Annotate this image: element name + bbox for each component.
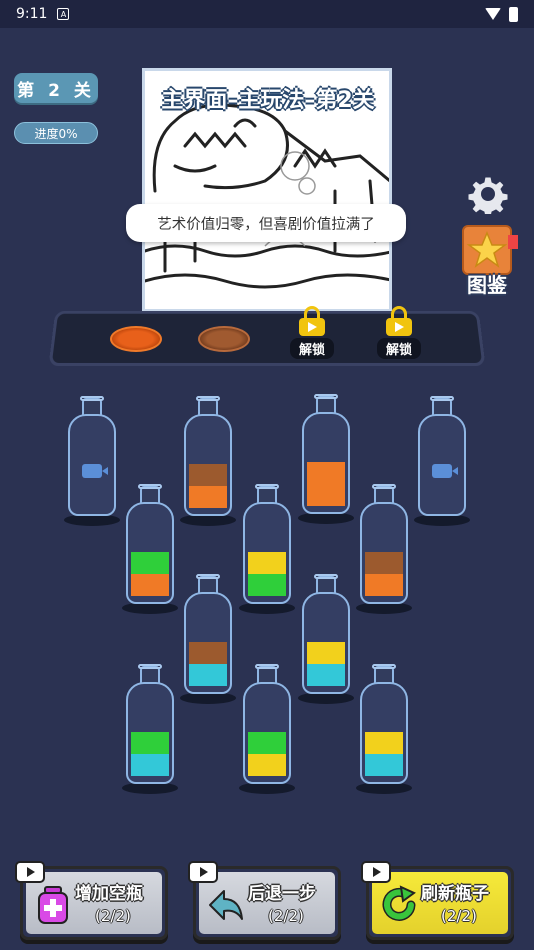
liquid-layer-brown bbox=[365, 552, 403, 574]
video-ad-icon bbox=[361, 861, 391, 883]
wifi-icon bbox=[485, 8, 501, 20]
video-ad-icon bbox=[15, 861, 45, 883]
video-camera-icon bbox=[82, 464, 108, 478]
bottle-7[interactable] bbox=[356, 484, 412, 614]
liquid bbox=[189, 464, 227, 508]
progress-indicator: 进度0% bbox=[14, 122, 98, 144]
refresh-count: (2/2) bbox=[441, 907, 477, 925]
liquid bbox=[248, 552, 286, 596]
refresh-bottles-button[interactable]: 刷新瓶子 (2/2) bbox=[361, 861, 514, 940]
bottle-9[interactable] bbox=[298, 574, 354, 704]
refresh-icon bbox=[382, 885, 416, 921]
liquid bbox=[131, 732, 169, 776]
liquid bbox=[307, 642, 345, 686]
refresh-title: 刷新瓶子 bbox=[421, 884, 489, 904]
collection-label: 图鉴 bbox=[467, 273, 507, 297]
undo-count: (2/2) bbox=[268, 907, 304, 925]
liquid-layer-green bbox=[248, 732, 286, 754]
liquid-layer-green bbox=[248, 574, 286, 596]
book-icon bbox=[462, 225, 512, 275]
undo-button[interactable]: 后退一步 (2/2) bbox=[188, 861, 341, 940]
lock-icon bbox=[299, 306, 325, 336]
liquid bbox=[365, 732, 403, 776]
add-empty-bottle-button[interactable]: 增加空瓶 (2/2) bbox=[15, 861, 168, 940]
liquid-layer-brown bbox=[189, 642, 227, 664]
level-badge: 第 2 关 bbox=[14, 73, 98, 103]
video-camera-icon bbox=[432, 464, 458, 478]
liquid-layer-orange bbox=[189, 486, 227, 508]
add-bottle-count: (2/2) bbox=[95, 907, 131, 925]
video-ad-icon bbox=[188, 861, 218, 883]
add-bottle-icon bbox=[38, 886, 68, 924]
speech-bubble: 艺术价值归零，但喜剧价值拉满了 bbox=[126, 204, 406, 242]
liquid-layer-green bbox=[131, 552, 169, 574]
liquid-layer-orange bbox=[365, 574, 403, 596]
bottle-6[interactable] bbox=[239, 484, 295, 614]
battery-icon bbox=[509, 6, 518, 22]
liquid-layer-yellow bbox=[248, 754, 286, 776]
liquid bbox=[307, 462, 345, 506]
liquid-layer-cyan bbox=[365, 754, 403, 776]
liquid-layer-cyan bbox=[131, 754, 169, 776]
bottle-3[interactable] bbox=[298, 394, 354, 524]
liquid-layer-orange bbox=[131, 574, 169, 596]
bottle-2[interactable] bbox=[180, 396, 236, 526]
bottle-10[interactable] bbox=[122, 664, 178, 794]
bottle-1[interactable] bbox=[64, 396, 120, 526]
page-title: 主界面–主玩法–第2关 bbox=[161, 88, 375, 113]
liquid-layer-orange bbox=[307, 484, 345, 506]
liquid-layer-yellow bbox=[307, 642, 345, 664]
add-bottle-title: 增加空瓶 bbox=[75, 884, 143, 904]
plate-slot-brown[interactable] bbox=[198, 326, 250, 352]
undo-title: 后退一步 bbox=[248, 884, 316, 904]
liquid-layer-cyan bbox=[307, 664, 345, 686]
liquid-layer-yellow bbox=[365, 732, 403, 754]
bottle-8[interactable] bbox=[180, 574, 236, 704]
bottle-11[interactable] bbox=[239, 664, 295, 794]
liquid-layer-brown bbox=[189, 464, 227, 486]
unlock-label: 解锁 bbox=[290, 338, 334, 359]
lock-icon bbox=[386, 306, 412, 336]
locked-slot-2[interactable]: 解锁 bbox=[377, 306, 421, 359]
liquid bbox=[189, 642, 227, 686]
liquid-layer-yellow bbox=[248, 552, 286, 574]
liquid bbox=[131, 552, 169, 596]
collection-button[interactable]: 图鉴 bbox=[458, 225, 518, 297]
locked-slot-1[interactable]: 解锁 bbox=[290, 306, 334, 359]
bottle-5[interactable] bbox=[122, 484, 178, 614]
status-bar: 9:11 A bbox=[0, 0, 534, 28]
notification-icon: A bbox=[57, 8, 70, 20]
liquid bbox=[248, 732, 286, 776]
liquid-layer-orange bbox=[307, 462, 345, 484]
unlock-label: 解锁 bbox=[377, 338, 421, 359]
status-time: 9:11 bbox=[16, 6, 48, 22]
liquid bbox=[365, 552, 403, 596]
bottle-12[interactable] bbox=[356, 664, 412, 794]
bookmark-ribbon bbox=[508, 235, 518, 249]
bottle-4[interactable] bbox=[414, 396, 470, 526]
settings-button[interactable] bbox=[467, 174, 509, 218]
liquid-layer-green bbox=[131, 732, 169, 754]
plate-slot-orange[interactable] bbox=[110, 326, 162, 352]
undo-arrow-icon bbox=[209, 890, 243, 920]
liquid-layer-cyan bbox=[189, 664, 227, 686]
star-icon bbox=[466, 231, 508, 268]
gear-icon bbox=[467, 176, 509, 218]
